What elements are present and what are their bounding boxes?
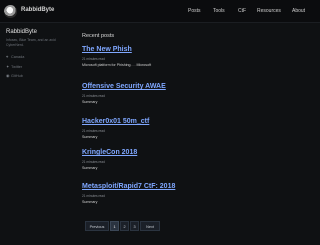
sidebar-link-label: Twitter <box>11 65 23 69</box>
post-meta: 21 minutes read <box>82 129 105 133</box>
post-meta: 21 minutes read <box>82 94 105 98</box>
nav-resources[interactable]: Resources <box>257 8 281 14</box>
post-summary: Summary <box>82 200 98 204</box>
section-title: Recent posts <box>82 33 115 39</box>
brand-link[interactable]: RabbidByte <box>21 7 54 13</box>
pagination-page-1[interactable]: 1 <box>110 221 119 231</box>
sidebar-author-name: RabbidByte <box>6 29 38 35</box>
post-title-link[interactable]: The New Phish <box>82 46 132 53</box>
sidebar-link-github[interactable]: ◉ GitHub <box>6 73 23 78</box>
pagination-page-2[interactable]: 2 <box>120 221 129 231</box>
sidebar-link-label: Canada <box>11 55 25 59</box>
post-title-link[interactable]: KringleCon 2018 <box>82 149 137 156</box>
post-meta: 21 minutes read <box>82 57 105 61</box>
sidebar-link-label: GitHub <box>11 74 23 78</box>
post-title-link[interactable]: Metasploit/Rapid7 CtF: 2018 <box>82 183 175 190</box>
post-summary: Microsoft platform for Phishing. . . Mic… <box>82 63 152 67</box>
nav-ctf[interactable]: CtF <box>238 8 246 14</box>
nav-tools[interactable]: Tools <box>213 8 225 14</box>
pagination-page-3[interactable]: 3 <box>130 221 139 231</box>
sidebar-link-location[interactable]: ⌖ Canada <box>6 55 24 59</box>
post-summary: Summary <box>82 166 98 170</box>
post-summary: Summary <box>82 100 98 104</box>
nav-posts[interactable]: Posts <box>188 8 201 14</box>
pagination-next-button[interactable]: Next <box>140 221 160 231</box>
post-summary: Summary <box>82 135 98 139</box>
pagination-previous-button[interactable]: Previous <box>85 221 109 231</box>
post-title-link[interactable]: Offensive Security AWAE <box>82 83 166 90</box>
post-title-link[interactable]: Hacker0x01 50m_ctf <box>82 118 149 125</box>
logo-icon[interactable] <box>4 5 17 18</box>
post-meta: 21 minutes read <box>82 194 105 198</box>
post-meta: 21 minutes read <box>82 160 105 164</box>
sidebar-bio: Infosec, Blue Team, and an avid CyberNer… <box>6 38 56 47</box>
nav-about[interactable]: About <box>292 8 305 14</box>
sidebar-link-twitter[interactable]: ✦ Twitter <box>6 64 22 69</box>
